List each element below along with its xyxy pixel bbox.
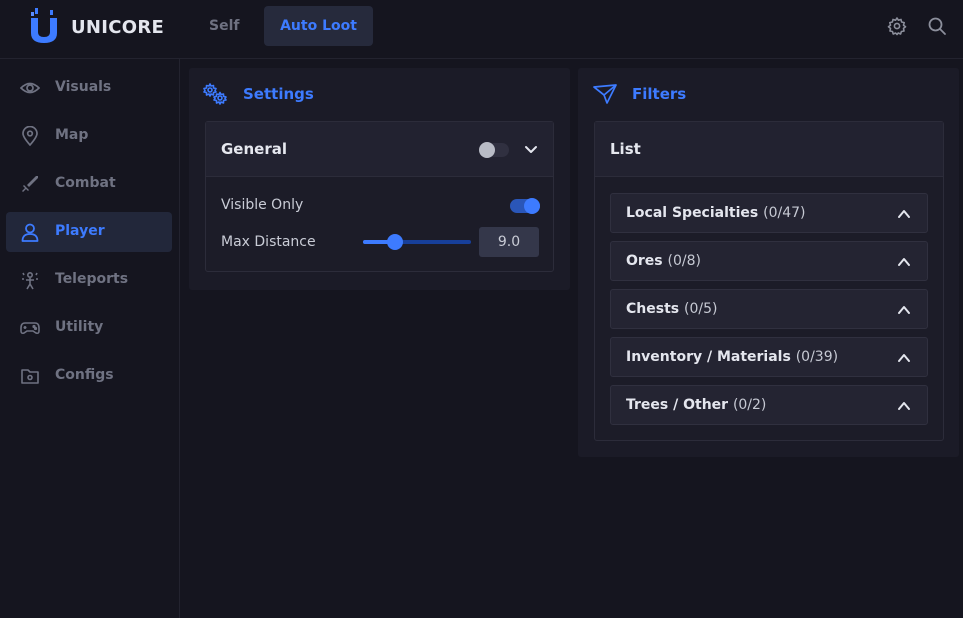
slider-handle[interactable] bbox=[387, 234, 404, 250]
gears-icon bbox=[203, 83, 227, 105]
filter-count: (0/8) bbox=[667, 253, 701, 269]
sidebar-item-label: Utility bbox=[55, 319, 104, 335]
tab-auto-loot[interactable]: Auto Loot bbox=[264, 6, 373, 46]
filter-list-card: List Local Specialties (0/47) Ores (0/8)… bbox=[594, 121, 944, 441]
map-pin-icon bbox=[22, 126, 38, 146]
tab-self[interactable]: Self bbox=[189, 6, 259, 46]
settings-title: Settings bbox=[243, 85, 314, 103]
filter-count: (0/5) bbox=[683, 301, 718, 317]
filter-item-inventory-materials[interactable]: Inventory / Materials (0/39) bbox=[610, 337, 928, 377]
filter-count: (0/47) bbox=[763, 205, 806, 221]
chevron-down-icon[interactable] bbox=[524, 144, 538, 156]
general-label: General bbox=[221, 140, 287, 158]
sidebar: Visuals Map Combat Player Teleports Util… bbox=[0, 59, 180, 618]
chevron-up-icon[interactable] bbox=[897, 303, 911, 317]
filter-item-trees-other[interactable]: Trees / Other (0/2) bbox=[610, 385, 928, 425]
sidebar-item-utility[interactable]: Utility bbox=[6, 308, 172, 348]
chevron-up-icon[interactable] bbox=[897, 351, 911, 365]
user-icon bbox=[21, 223, 39, 242]
sidebar-item-map[interactable]: Map bbox=[6, 116, 172, 156]
chevron-up-icon[interactable] bbox=[897, 207, 911, 221]
general-header[interactable]: General bbox=[206, 122, 553, 177]
filters-title: Filters bbox=[632, 85, 687, 103]
filter-name: Inventory / Materials bbox=[626, 349, 791, 365]
chevron-up-icon[interactable] bbox=[897, 399, 911, 413]
list-header: List bbox=[595, 122, 943, 177]
brand-name: UNICORE bbox=[71, 17, 165, 38]
filter-item-ores[interactable]: Ores (0/8) bbox=[610, 241, 928, 281]
filter-count: (0/2) bbox=[732, 397, 767, 413]
filter-name: Local Specialties bbox=[626, 205, 759, 221]
filter-count: (0/39) bbox=[795, 349, 839, 365]
sidebar-item-label: Configs bbox=[55, 367, 114, 383]
gamepad-icon bbox=[20, 322, 40, 335]
filter-item-chests[interactable]: Chests (0/5) bbox=[610, 289, 928, 329]
max-distance-slider[interactable] bbox=[363, 233, 471, 251]
filter-name: Chests bbox=[626, 301, 680, 317]
filter-item-local-specialties[interactable]: Local Specialties (0/47) bbox=[610, 193, 928, 233]
search-icon[interactable] bbox=[927, 16, 947, 36]
plane-icon bbox=[593, 84, 617, 104]
top-bar: UNICORE Self Auto Loot bbox=[0, 0, 963, 59]
filters-panel: Filters List Local Specialties (0/47) Or… bbox=[578, 68, 959, 457]
filter-name: Ores bbox=[626, 253, 663, 269]
teleport-icon bbox=[22, 271, 38, 290]
sword-icon bbox=[22, 176, 38, 192]
general-toggle[interactable] bbox=[479, 142, 509, 158]
general-card: General Visible Only Max Distance 9.0 bbox=[205, 121, 554, 272]
unicore-logo-icon bbox=[31, 8, 57, 43]
sidebar-item-label: Player bbox=[55, 223, 105, 239]
settings-panel: Settings General Visible Only Max Distan… bbox=[189, 68, 570, 290]
eye-icon bbox=[20, 82, 40, 94]
sidebar-item-label: Teleports bbox=[55, 271, 129, 287]
sidebar-item-configs[interactable]: Configs bbox=[6, 356, 172, 396]
max-distance-value[interactable]: 9.0 bbox=[479, 227, 539, 257]
sidebar-item-player[interactable]: Player bbox=[6, 212, 172, 252]
sidebar-item-visuals[interactable]: Visuals bbox=[6, 68, 172, 108]
visible-only-toggle[interactable] bbox=[510, 198, 540, 214]
sidebar-item-label: Combat bbox=[55, 175, 116, 191]
filter-name: Trees / Other bbox=[626, 397, 729, 413]
sidebar-item-label: Map bbox=[55, 127, 89, 143]
folder-icon bbox=[21, 369, 39, 384]
sidebar-item-teleports[interactable]: Teleports bbox=[6, 260, 172, 300]
gear-icon[interactable] bbox=[887, 16, 907, 36]
list-label: List bbox=[610, 140, 641, 158]
visible-only-label: Visible Only bbox=[221, 197, 304, 213]
sidebar-item-combat[interactable]: Combat bbox=[6, 164, 172, 204]
sidebar-item-label: Visuals bbox=[55, 79, 112, 95]
max-distance-label: Max Distance bbox=[221, 234, 316, 250]
chevron-up-icon[interactable] bbox=[897, 255, 911, 269]
